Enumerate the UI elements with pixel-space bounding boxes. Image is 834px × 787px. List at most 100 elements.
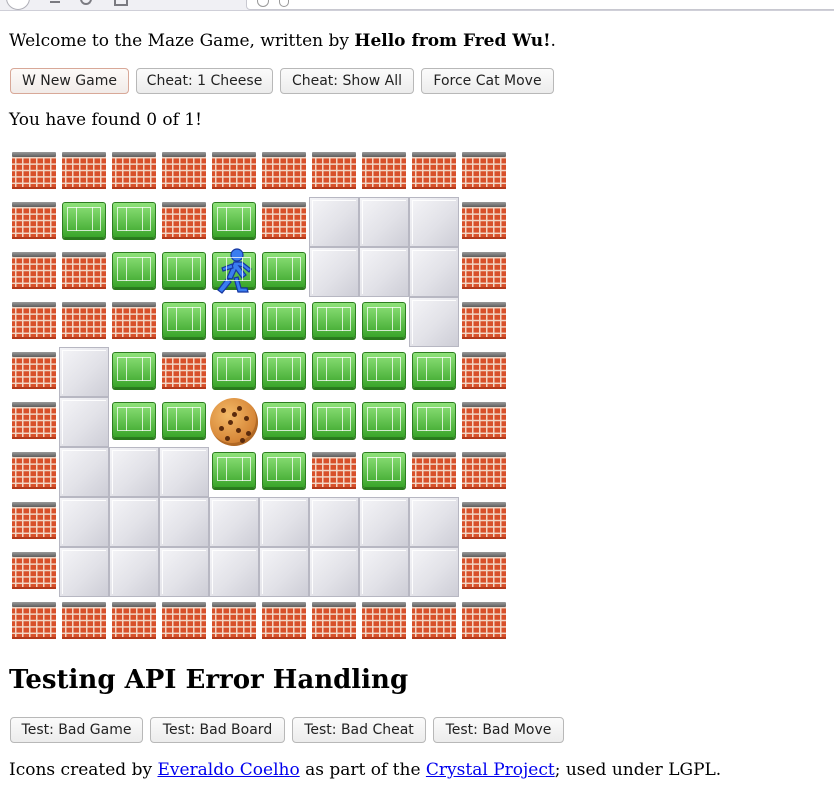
brick-wall-icon — [9, 547, 59, 597]
forward-icon[interactable] — [50, 0, 60, 3]
brick-wall-icon — [209, 597, 259, 647]
brick-wall-icon — [409, 597, 459, 647]
address-bar[interactable] — [246, 0, 834, 10]
grey-block-icon — [409, 547, 459, 597]
green-floor-icon — [309, 297, 359, 347]
welcome-suffix: . — [550, 31, 556, 51]
brick-wall-icon — [459, 597, 509, 647]
brick-wall-icon — [9, 347, 59, 397]
credits-line: Icons created by Everaldo Coelho as part… — [9, 759, 721, 781]
brick-wall-icon — [459, 547, 509, 597]
green-floor-icon — [259, 297, 309, 347]
brick-wall-icon — [359, 597, 409, 647]
brick-wall-icon — [359, 147, 409, 197]
brick-wall-icon — [9, 297, 59, 347]
grey-block-icon — [309, 547, 359, 597]
green-floor-icon — [309, 397, 359, 447]
green-floor-icon — [259, 397, 309, 447]
brick-wall-icon — [159, 147, 209, 197]
grey-block-icon — [209, 497, 259, 547]
cookie-icon — [210, 398, 258, 446]
brick-wall-icon — [209, 147, 259, 197]
test-bad-move-button[interactable]: Test: Bad Move — [433, 717, 564, 743]
brick-wall-icon — [159, 597, 209, 647]
reload-icon[interactable] — [80, 0, 92, 5]
green-floor-icon — [259, 447, 309, 497]
green-floor-icon — [359, 447, 409, 497]
shield-icon[interactable] — [279, 0, 289, 7]
brick-wall-icon — [59, 297, 109, 347]
brick-wall-icon — [9, 147, 59, 197]
grey-block-icon — [259, 547, 309, 597]
green-floor-icon — [359, 347, 409, 397]
green-floor-icon — [109, 397, 159, 447]
test-bad-board-button[interactable]: Test: Bad Board — [150, 717, 285, 743]
crystal-project-link[interactable]: Crystal Project — [426, 760, 555, 780]
brick-wall-icon — [109, 147, 159, 197]
brick-wall-icon — [409, 147, 459, 197]
brick-wall-icon — [459, 397, 509, 447]
brick-wall-icon — [159, 197, 209, 247]
test-bad-game-button[interactable]: Test: Bad Game — [10, 717, 143, 743]
cheat-show-all-button[interactable]: Cheat: Show All — [280, 68, 414, 94]
brick-wall-icon — [159, 347, 209, 397]
grey-block-icon — [409, 297, 459, 347]
grey-block-icon — [59, 547, 109, 597]
green-floor-icon — [209, 297, 259, 347]
cheese-tile — [209, 397, 259, 447]
brick-wall-icon — [409, 447, 459, 497]
browser-toolbar — [0, 0, 834, 11]
api-section-heading: Testing API Error Handling — [9, 665, 409, 695]
brick-wall-icon — [309, 447, 359, 497]
brick-wall-icon — [9, 247, 59, 297]
grey-block-icon — [309, 497, 359, 547]
green-floor-icon — [259, 247, 309, 297]
new-game-button[interactable]: W New Game — [10, 68, 129, 94]
green-floor-icon — [109, 347, 159, 397]
brick-wall-icon — [459, 197, 509, 247]
cheat-one-cheese-button[interactable]: Cheat: 1 Cheese — [136, 68, 273, 94]
test-bad-cheat-button[interactable]: Test: Bad Cheat — [292, 717, 426, 743]
green-floor-icon — [159, 397, 209, 447]
grey-block-icon — [159, 497, 209, 547]
grey-block-icon — [59, 447, 109, 497]
brick-wall-icon — [459, 447, 509, 497]
author-name: Hello from Fred Wu! — [354, 31, 551, 51]
green-floor-icon — [109, 247, 159, 297]
everaldo-coelho-link[interactable]: Everaldo Coelho — [157, 760, 299, 780]
brick-wall-icon — [259, 147, 309, 197]
grey-block-icon — [59, 347, 109, 397]
force-cat-move-button[interactable]: Force Cat Move — [421, 68, 554, 94]
green-floor-icon — [209, 347, 259, 397]
grey-block-icon — [59, 497, 109, 547]
brick-wall-icon — [459, 347, 509, 397]
grey-block-icon — [159, 547, 209, 597]
brick-wall-icon — [459, 297, 509, 347]
grey-block-icon — [359, 547, 409, 597]
grey-block-icon — [309, 247, 359, 297]
brick-wall-icon — [459, 497, 509, 547]
grey-block-icon — [309, 197, 359, 247]
grey-block-icon — [409, 197, 459, 247]
green-floor-icon — [159, 297, 209, 347]
grey-block-icon — [409, 247, 459, 297]
brick-wall-icon — [9, 497, 59, 547]
info-icon[interactable] — [257, 0, 269, 7]
welcome-prefix: Welcome to the Maze Game, written by — [9, 31, 355, 51]
back-icon[interactable] — [6, 0, 30, 10]
grey-block-icon — [59, 397, 109, 447]
grey-block-icon — [259, 497, 309, 547]
brick-wall-icon — [9, 597, 59, 647]
welcome-line: Welcome to the Maze Game, written by Hel… — [9, 30, 556, 52]
home-icon[interactable] — [114, 0, 128, 6]
brick-wall-icon — [309, 147, 359, 197]
credits-middle: as part of the — [299, 760, 426, 780]
grey-block-icon — [409, 497, 459, 547]
grey-block-icon — [209, 547, 259, 597]
green-floor-icon — [59, 197, 109, 247]
green-floor-icon — [259, 347, 309, 397]
maze-board — [9, 147, 509, 647]
brick-wall-icon — [59, 147, 109, 197]
brick-wall-icon — [9, 197, 59, 247]
brick-wall-icon — [9, 397, 59, 447]
